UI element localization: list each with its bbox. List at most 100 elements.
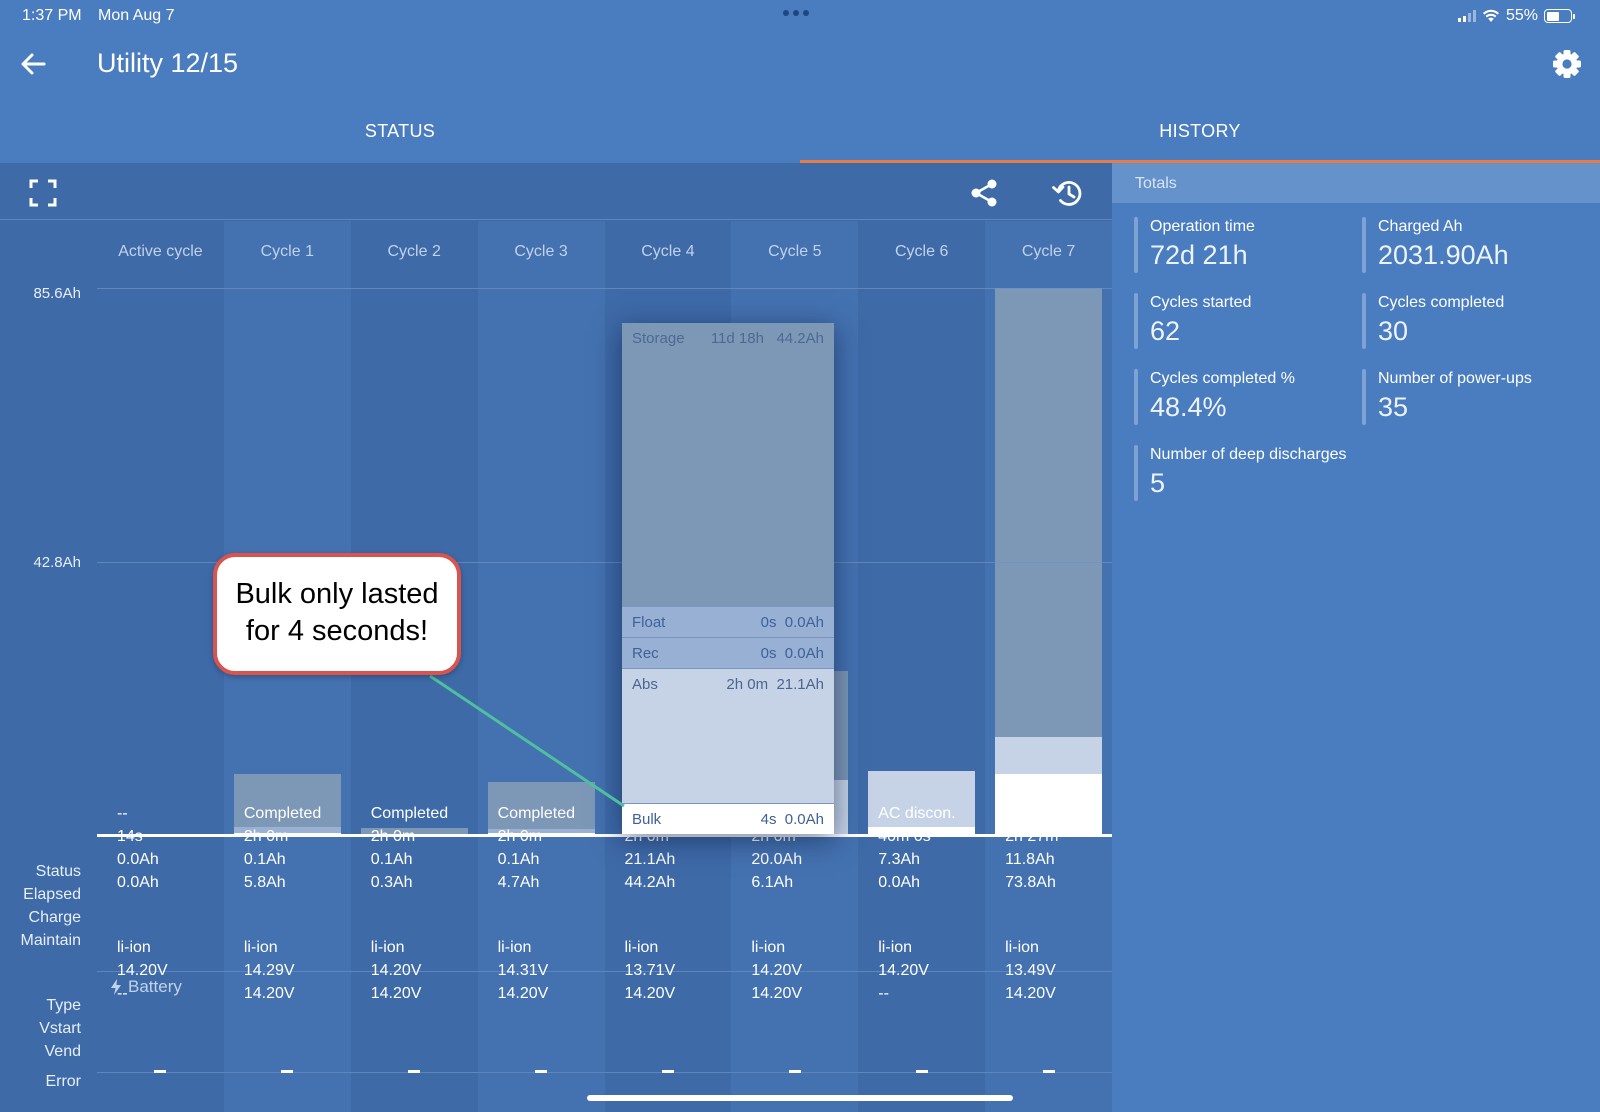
stat-accent-bar [1134, 445, 1138, 501]
cycle-5-maintain: 6.1Ah [751, 874, 794, 891]
cycle-2-vend: 14.20V [370, 985, 422, 1002]
stat-value: 35 [1378, 392, 1409, 422]
cycle-column-header: Cycle 2 [387, 243, 441, 260]
stat-value: 5 [1150, 468, 1166, 498]
cycle-1-vstart: 14.29V [243, 962, 295, 979]
share-icon[interactable] [966, 175, 1002, 211]
cycle-5-vend: 14.20V [751, 985, 803, 1002]
popup-abs-time: 2h 0m [726, 676, 769, 693]
chart-gutter: 85.6Ah 42.8Ah Status Elapsed Charge Main… [0, 221, 97, 1112]
cycle-column-header: Cycle 3 [514, 243, 568, 260]
cycle-6-charge: 7.3Ah [878, 851, 921, 868]
cycle-5-vstart: 14.20V [751, 962, 803, 979]
chart-bar-segment [995, 773, 1102, 834]
cycle-2-type: li-ion [370, 939, 405, 956]
history-icon[interactable] [1050, 175, 1086, 211]
cycle-2-maintain: 0.3Ah [370, 874, 413, 891]
ios-status-bar: 1:37 PM Mon Aug 7 55% [0, 0, 1600, 34]
popup-float-ah: 0.0Ah [784, 614, 824, 631]
cycle-3-vend: 14.20V [497, 985, 549, 1002]
cycle-7-error [1042, 1070, 1055, 1073]
totals-stat: Number of power-ups 35 [1362, 369, 1582, 425]
cycle-6-status: AC discon. [878, 805, 956, 822]
battery-percentage: 55% [1505, 7, 1538, 24]
stat-accent-bar [1134, 369, 1138, 425]
row-label-type: Type [46, 997, 81, 1014]
cycle-0-charge: 0.0Ah [117, 851, 159, 868]
cycle-column-header: Cycle 6 [895, 243, 949, 260]
battery-section-title: Battery [128, 977, 182, 996]
error-separator [97, 1072, 1112, 1073]
y-axis-label-mid: 42.8Ah [33, 554, 81, 571]
cycle-5-type: li-ion [751, 939, 786, 956]
cycle-1-vend: 14.20V [243, 985, 295, 1002]
totals-header: Totals [1112, 163, 1600, 203]
cycle-1-charge: 0.1Ah [243, 851, 286, 868]
totals-stat: Charged Ah 2031.90Ah [1362, 217, 1582, 273]
cycle-column-header: Cycle 5 [768, 243, 822, 260]
cycle-3-type: li-ion [497, 939, 532, 956]
stat-value: 62 [1150, 316, 1181, 346]
stat-accent-bar [1362, 369, 1366, 425]
cycle-7-charge: 11.8Ah [1005, 851, 1055, 868]
cycle-column-header: Cycle 4 [641, 243, 695, 260]
tab-status[interactable]: STATUS [0, 104, 800, 162]
cycle-0-elapsed: 14s [117, 828, 143, 845]
arrow-back-icon[interactable] [18, 49, 48, 79]
cycle-1-elapsed: 2h 0m [243, 828, 289, 845]
totals-stat: Cycles completed % 48.4% [1134, 369, 1354, 425]
cycle-5-error [788, 1070, 801, 1073]
stat-label: Number of power-ups [1378, 370, 1532, 387]
cycle-3-charge: 0.1Ah [497, 851, 540, 868]
totals-stat: Operation time 72d 21h [1134, 217, 1354, 273]
totals-title: Totals [1135, 175, 1177, 192]
cycle-3-error [535, 1070, 548, 1073]
annotation-callout: Bulk only lasted for 4 seconds! [213, 553, 461, 675]
callout-line-2: for 4 seconds! [245, 615, 429, 647]
cycle-0-maintain: 0.0Ah [117, 874, 159, 891]
popup-abs-ah: 21.1Ah [776, 676, 824, 693]
gridline-max [97, 288, 1112, 289]
stat-accent-bar [1134, 217, 1138, 273]
gear-icon[interactable] [1551, 48, 1583, 80]
fullscreen-icon[interactable] [25, 175, 61, 211]
popup-rec-segment: Rec 0s 0.0Ah [622, 637, 834, 668]
clock-date: Mon Aug 7 [98, 7, 175, 24]
stat-value: 30 [1378, 316, 1409, 346]
cycle-4-stage-popup[interactable]: Storage 11d 18h 44.2Ah Float 0s 0.0Ah Re… [622, 323, 834, 834]
stat-label: Cycles started [1150, 294, 1252, 311]
stat-label: Cycles completed [1378, 294, 1505, 311]
popup-storage-label: Storage [632, 330, 685, 347]
popup-rec-time: 0s [760, 645, 777, 662]
stat-label: Operation time [1150, 218, 1255, 235]
popup-rec-ah: 0.0Ah [784, 645, 824, 662]
chart-bar-segment [995, 737, 1102, 774]
cycle-0-error [154, 1070, 167, 1073]
popup-storage-time: 11d 18h [710, 330, 764, 347]
cycle-2-status: Completed [370, 805, 449, 822]
chart-bar-segment [995, 288, 1102, 738]
cycle-6-error [915, 1070, 928, 1073]
chart-toolbar [0, 163, 1112, 220]
cycle-3-status: Completed [497, 805, 575, 822]
history-chart-panel: 85.6Ah 42.8Ah Status Elapsed Charge Main… [0, 163, 1112, 1112]
popup-float-segment: Float 0s 0.0Ah [622, 606, 834, 637]
stat-accent-bar [1362, 293, 1366, 349]
popup-bulk-label: Bulk [632, 811, 662, 828]
multitasking-dots-icon[interactable] [783, 10, 809, 16]
wifi-icon [1482, 9, 1499, 22]
cycle-7-maintain: 73.8Ah [1005, 874, 1056, 891]
cycle-6-maintain: 0.0Ah [878, 874, 921, 891]
tab-history[interactable]: HISTORY [800, 104, 1600, 163]
cycle-4-type: li-ion [624, 939, 659, 956]
stat-value: 48.4% [1150, 392, 1227, 422]
home-indicator[interactable] [587, 1095, 1013, 1101]
popup-float-time: 0s [760, 614, 777, 631]
stat-label: Number of deep discharges [1150, 446, 1347, 463]
cycle-7-vend: 14.20V [1005, 985, 1056, 1002]
totals-stat: Number of deep discharges 5 [1134, 445, 1394, 501]
tab-history-label: HISTORY [1159, 121, 1241, 141]
cycle-1-error [281, 1070, 294, 1073]
cellular-signal-icon [1457, 10, 1476, 22]
popup-storage-segment: Storage 11d 18h 44.2Ah [622, 323, 834, 606]
